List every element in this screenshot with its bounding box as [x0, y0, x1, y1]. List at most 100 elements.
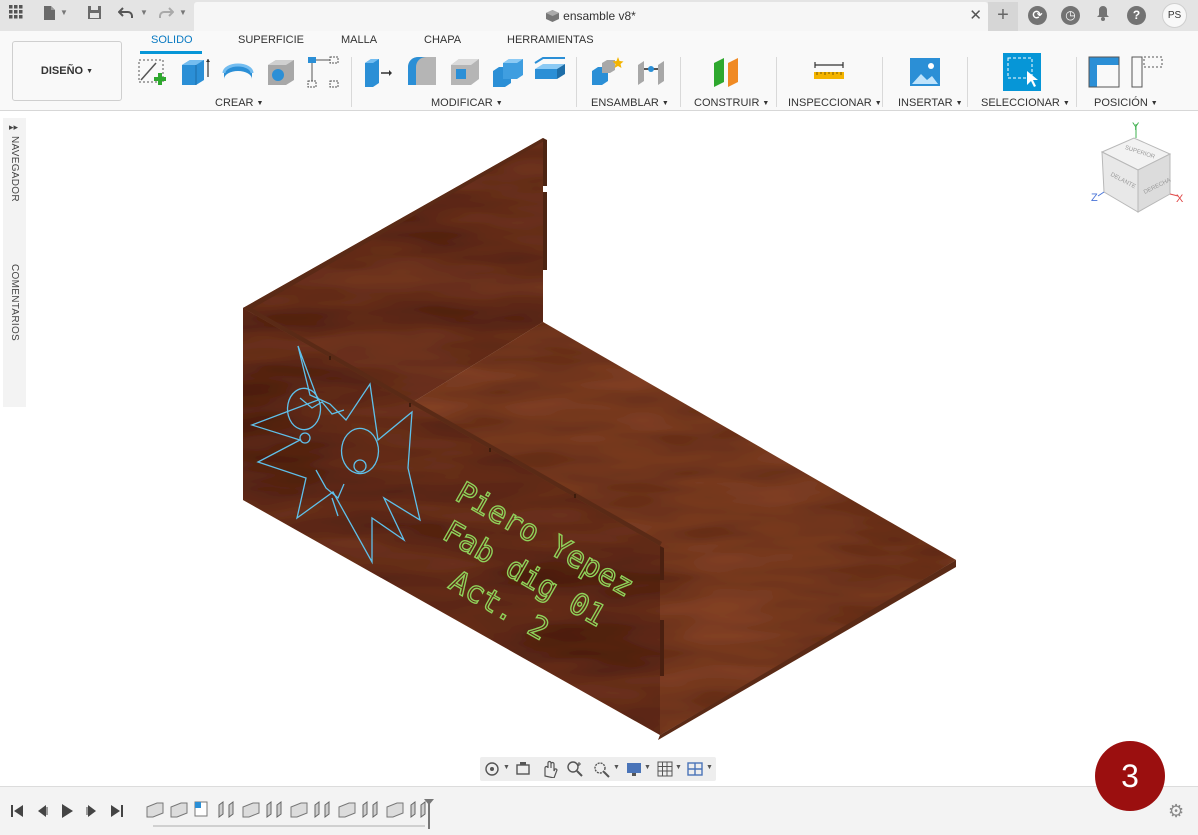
separator	[576, 57, 577, 107]
select-icon[interactable]	[1003, 53, 1041, 91]
notifications-bell-icon[interactable]	[1092, 5, 1114, 25]
measure-icon[interactable]	[812, 55, 846, 89]
create-sketch-icon[interactable]	[136, 55, 170, 89]
step-back-icon[interactable]	[34, 803, 50, 819]
new-tab-icon[interactable]: +	[988, 2, 1018, 31]
grid-icon[interactable]	[656, 760, 674, 778]
document-tab[interactable]: ensamble v8* ✕	[194, 2, 988, 31]
insert-image-icon[interactable]	[908, 55, 942, 89]
timeline-feature-sketch[interactable]	[386, 802, 404, 818]
extensions-icon[interactable]: ⟳	[1028, 6, 1047, 25]
toolbar-ribbon: DISEÑO ▼ SOLIDO SUPERFICIE MALLA CHAPA H…	[0, 31, 1198, 111]
extrude-icon[interactable]	[178, 55, 212, 89]
timeline-feature-component[interactable]	[194, 801, 208, 817]
user-avatar[interactable]: PS	[1162, 3, 1187, 28]
pan-hand-icon[interactable]	[540, 760, 558, 778]
redo-caret-icon[interactable]: ▼	[179, 8, 187, 17]
tab-solido[interactable]: SOLIDO	[151, 34, 193, 46]
browser-side-panel: ▸▸ NAVEGADOR COMENTARIOS	[3, 118, 26, 407]
group-seleccionar[interactable]: SELECCIONAR ▼	[981, 97, 1070, 109]
fusion-app-window: ▼ ▼ ▼ ensamble v8* ✕ + ⟳ ◷ ? PS DISEÑO ▼…	[0, 0, 1198, 835]
navigator-tab[interactable]: NAVEGADOR	[9, 136, 20, 202]
group-construir[interactable]: CONSTRUIR ▼	[694, 97, 769, 109]
zoom-icon[interactable]	[566, 760, 584, 778]
separator	[776, 57, 777, 107]
file-menu-icon[interactable]	[38, 5, 60, 25]
fillet-icon[interactable]	[405, 55, 439, 89]
revert-position-icon[interactable]	[1130, 55, 1164, 89]
viewport-nav-bar: ▼ ▼ ▼ ▼ ▼	[480, 757, 716, 781]
go-to-end-icon[interactable]	[109, 803, 125, 819]
apps-grid-icon[interactable]	[5, 5, 27, 25]
viewports-caret-icon[interactable]: ▼	[706, 764, 713, 771]
timeline-feature-sketch[interactable]	[290, 802, 308, 818]
revolve-icon[interactable]	[221, 55, 255, 89]
play-icon[interactable]	[59, 803, 75, 819]
timeline-feature-sketch[interactable]	[242, 802, 260, 818]
tab-malla[interactable]: MALLA	[341, 34, 377, 46]
shell-icon[interactable]	[448, 55, 482, 89]
grid-caret-icon[interactable]: ▼	[675, 764, 682, 771]
look-at-icon[interactable]	[514, 760, 532, 778]
redo-icon[interactable]	[155, 5, 177, 25]
timeline-feature-joint[interactable]	[314, 801, 330, 818]
combine-icon[interactable]	[491, 55, 525, 89]
timeline-settings-gear-icon[interactable]: ⚙	[1168, 802, 1186, 820]
timeline-feature-sketch[interactable]	[170, 802, 188, 818]
fit-zoom-icon[interactable]	[592, 760, 610, 778]
offset-plane-icon[interactable]	[710, 55, 744, 89]
workspace-caret-icon: ▼	[86, 68, 94, 75]
display-settings-icon[interactable]	[625, 760, 643, 778]
press-pull-icon[interactable]	[361, 55, 395, 89]
joint-icon[interactable]	[634, 55, 668, 89]
timeline-feature-joint[interactable]	[218, 801, 234, 818]
timeline-feature-sketch[interactable]	[338, 802, 356, 818]
replace-face-icon[interactable]	[533, 55, 567, 89]
step-forward-icon[interactable]	[84, 803, 100, 819]
pattern-icon[interactable]	[306, 55, 340, 89]
close-tab-icon[interactable]: ✕	[969, 7, 982, 25]
group-inspeccionar[interactable]: INSPECCIONAR ▼	[788, 97, 882, 109]
job-status-icon[interactable]: ◷	[1061, 6, 1080, 25]
zoom-caret-icon[interactable]: ▼	[613, 764, 620, 771]
document-title: ensamble v8*	[563, 9, 636, 23]
group-modificar[interactable]: MODIFICAR ▼	[431, 97, 503, 109]
viewports-icon[interactable]	[686, 760, 704, 778]
group-insertar[interactable]: INSERTAR ▼	[898, 97, 963, 109]
group-crear[interactable]: CREAR ▼	[215, 97, 263, 109]
expand-navigator-icon[interactable]: ▸▸	[9, 122, 18, 133]
axis-y-label: Y	[1132, 121, 1140, 133]
timeline-feature-joint[interactable]	[266, 801, 282, 818]
view-cube[interactable]: SUPERIOR DELANTE DERECHA Y X Z	[1088, 120, 1188, 220]
go-to-start-icon[interactable]	[9, 803, 25, 819]
component-cube-icon	[546, 10, 560, 22]
file-menu-caret-icon[interactable]: ▼	[60, 8, 68, 17]
step-number-badge: 3	[1095, 741, 1165, 811]
model-viewport[interactable]: Piero Yepez Fab dig 01 Act. 2	[26, 112, 1198, 784]
help-icon[interactable]: ?	[1127, 6, 1146, 25]
tab-herramientas[interactable]: HERRAMIENTAS	[507, 34, 594, 46]
separator	[882, 57, 883, 107]
capture-position-icon[interactable]	[1087, 55, 1121, 89]
save-icon[interactable]	[83, 5, 105, 25]
tab-chapa[interactable]: CHAPA	[424, 34, 461, 46]
separator	[1076, 57, 1077, 107]
group-ensamblar[interactable]: ENSAMBLAR ▼	[591, 97, 669, 109]
new-component-icon[interactable]	[590, 55, 624, 89]
orbit-icon[interactable]	[483, 760, 501, 778]
timeline-feature-joint[interactable]	[410, 801, 426, 818]
undo-icon[interactable]	[115, 5, 137, 25]
undo-caret-icon[interactable]: ▼	[140, 8, 148, 17]
group-posicion[interactable]: POSICIÓN ▼	[1094, 97, 1158, 109]
tab-superficie[interactable]: SUPERFICIE	[238, 34, 304, 46]
orbit-caret-icon[interactable]: ▼	[503, 764, 510, 771]
timeline-feature-joint[interactable]	[362, 801, 378, 818]
back-panel-right-edge	[543, 138, 547, 322]
timeline-bar	[0, 786, 1198, 835]
timeline-feature-sketch[interactable]	[146, 802, 164, 818]
hole-icon[interactable]	[264, 55, 298, 89]
comments-tab[interactable]: COMENTARIOS	[9, 264, 20, 341]
workspace-switcher-button[interactable]: DISEÑO ▼	[12, 41, 122, 101]
display-caret-icon[interactable]: ▼	[644, 764, 651, 771]
timeline-features	[146, 799, 434, 829]
